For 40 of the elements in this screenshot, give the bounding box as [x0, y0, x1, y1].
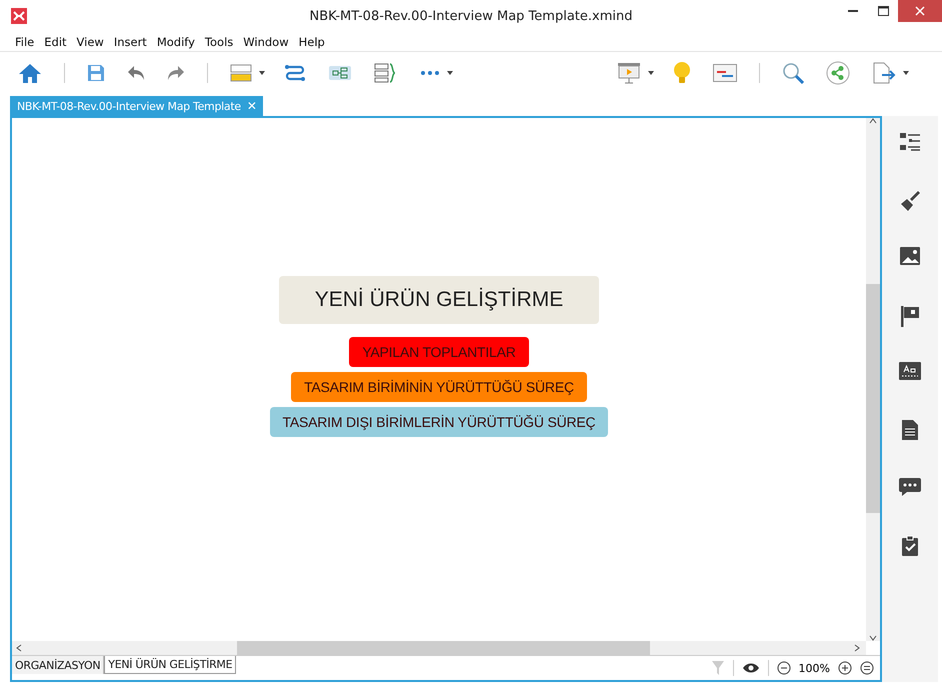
paintbrush-icon[interactable] [899, 190, 921, 212]
caret-icon[interactable] [647, 70, 655, 76]
caret-icon[interactable] [902, 70, 910, 76]
image-icon[interactable] [900, 247, 920, 265]
editor-tab-title: NBK-MT-08-Rev.00-Interview Map Template [17, 100, 241, 112]
minimize-icon [848, 10, 858, 12]
sheet-tab[interactable]: ORGANİZASYON [12, 656, 104, 674]
horizontal-scrollbar[interactable] [12, 641, 866, 655]
close-icon [915, 6, 925, 16]
menu-item[interactable]: Help [294, 34, 330, 48]
fit-icon[interactable] [860, 661, 874, 675]
notes-icon[interactable] [902, 420, 918, 440]
eye-icon[interactable] [742, 662, 760, 674]
topic[interactable]: YAPILAN TOPLANTILAR [349, 337, 529, 367]
comment-icon[interactable] [899, 477, 921, 497]
central-topic[interactable]: YENİ ÜRÜN GELİŞTİRME [279, 276, 599, 324]
caret-icon[interactable] [446, 70, 454, 76]
zoom-out-icon[interactable] [776, 661, 791, 675]
caret-icon[interactable] [258, 70, 266, 76]
zoom-in-icon[interactable] [838, 661, 852, 675]
window-title: NBK-MT-08-Rev.00-Interview Map Template.xmind [310, 9, 632, 24]
topic[interactable]: TASARIM DIŞI BİRİMLERİN YÜRÜTTÜĞÜ SÜREÇ [270, 407, 608, 437]
menu-item[interactable]: View [72, 34, 109, 48]
zoom-level: 100% [798, 662, 830, 674]
menu-item[interactable]: Tools [200, 34, 238, 48]
text-style-icon[interactable] [899, 362, 921, 380]
menu-item[interactable]: Insert [108, 34, 152, 48]
app-logo-icon [11, 8, 27, 24]
menu-item[interactable]: Window [238, 34, 294, 48]
maximize-icon [878, 6, 888, 16]
close-button[interactable] [898, 0, 942, 22]
menu-item[interactable]: File [10, 34, 40, 48]
vertical-scrollbar[interactable] [866, 118, 880, 641]
menu-item[interactable]: Edit [39, 34, 72, 48]
menu-item[interactable]: Modify [152, 34, 200, 48]
topic[interactable]: TASARIM BİRİMİNİN YÜRÜTTÜĞÜ SÜREÇ [291, 372, 587, 402]
flag-icon[interactable] [900, 304, 920, 326]
sheet-tab[interactable]: YENİ ÜRÜN GELİŞTİRME [104, 656, 236, 674]
clipboard-check-icon[interactable] [901, 534, 919, 556]
outline-icon[interactable] [899, 132, 921, 152]
